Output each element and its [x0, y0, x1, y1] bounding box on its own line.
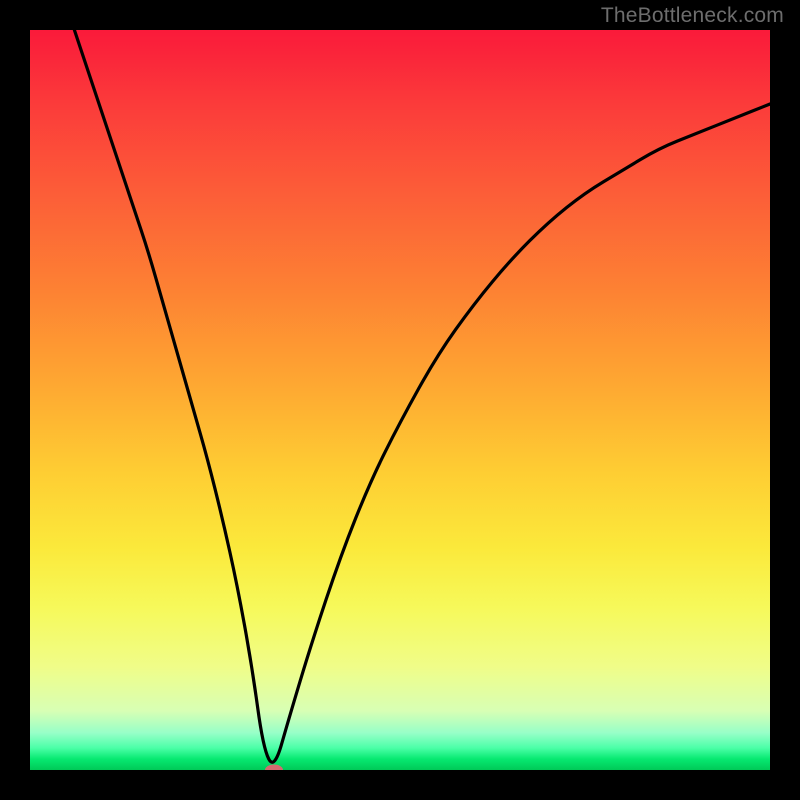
minimum-marker: [265, 765, 283, 771]
chart-plot-area: [30, 30, 770, 770]
bottleneck-curve-path: [74, 30, 770, 762]
watermark-text: TheBottleneck.com: [601, 4, 784, 28]
chart-curve-svg: [30, 30, 770, 770]
